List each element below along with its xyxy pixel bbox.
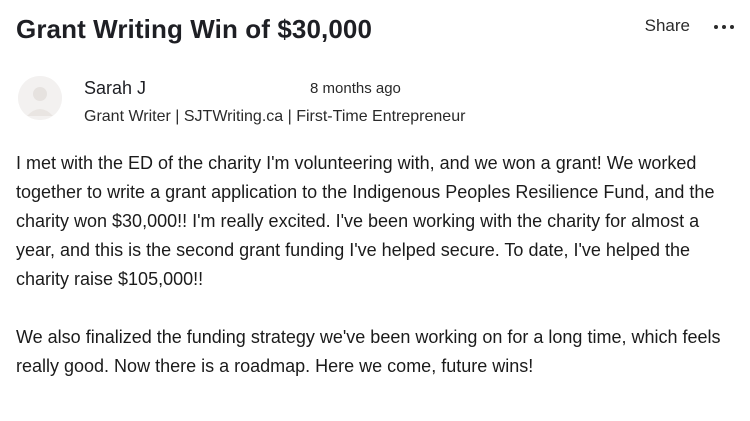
post-title: Grant Writing Win of $30,000 [16,14,373,44]
author-info: Sarah J 8 months ago Grant Writer | SJTW… [18,74,718,134]
share-button[interactable]: Share [645,16,690,36]
post-body: I met with the ED of the charity I'm vol… [16,149,736,381]
avatar[interactable] [18,76,62,120]
post-paragraph: I met with the ED of the charity I'm vol… [16,153,715,289]
post-timestamp: 8 months ago [310,80,401,97]
author-name[interactable]: Sarah J [84,78,146,99]
post-header: Grant Writing Win of $30,000 Share [16,10,734,50]
post-paragraph: We also finalized the funding strategy w… [16,327,721,376]
more-options-icon[interactable] [714,16,734,38]
author-byline: Grant Writer | SJTWriting.ca | First-Tim… [84,108,466,125]
